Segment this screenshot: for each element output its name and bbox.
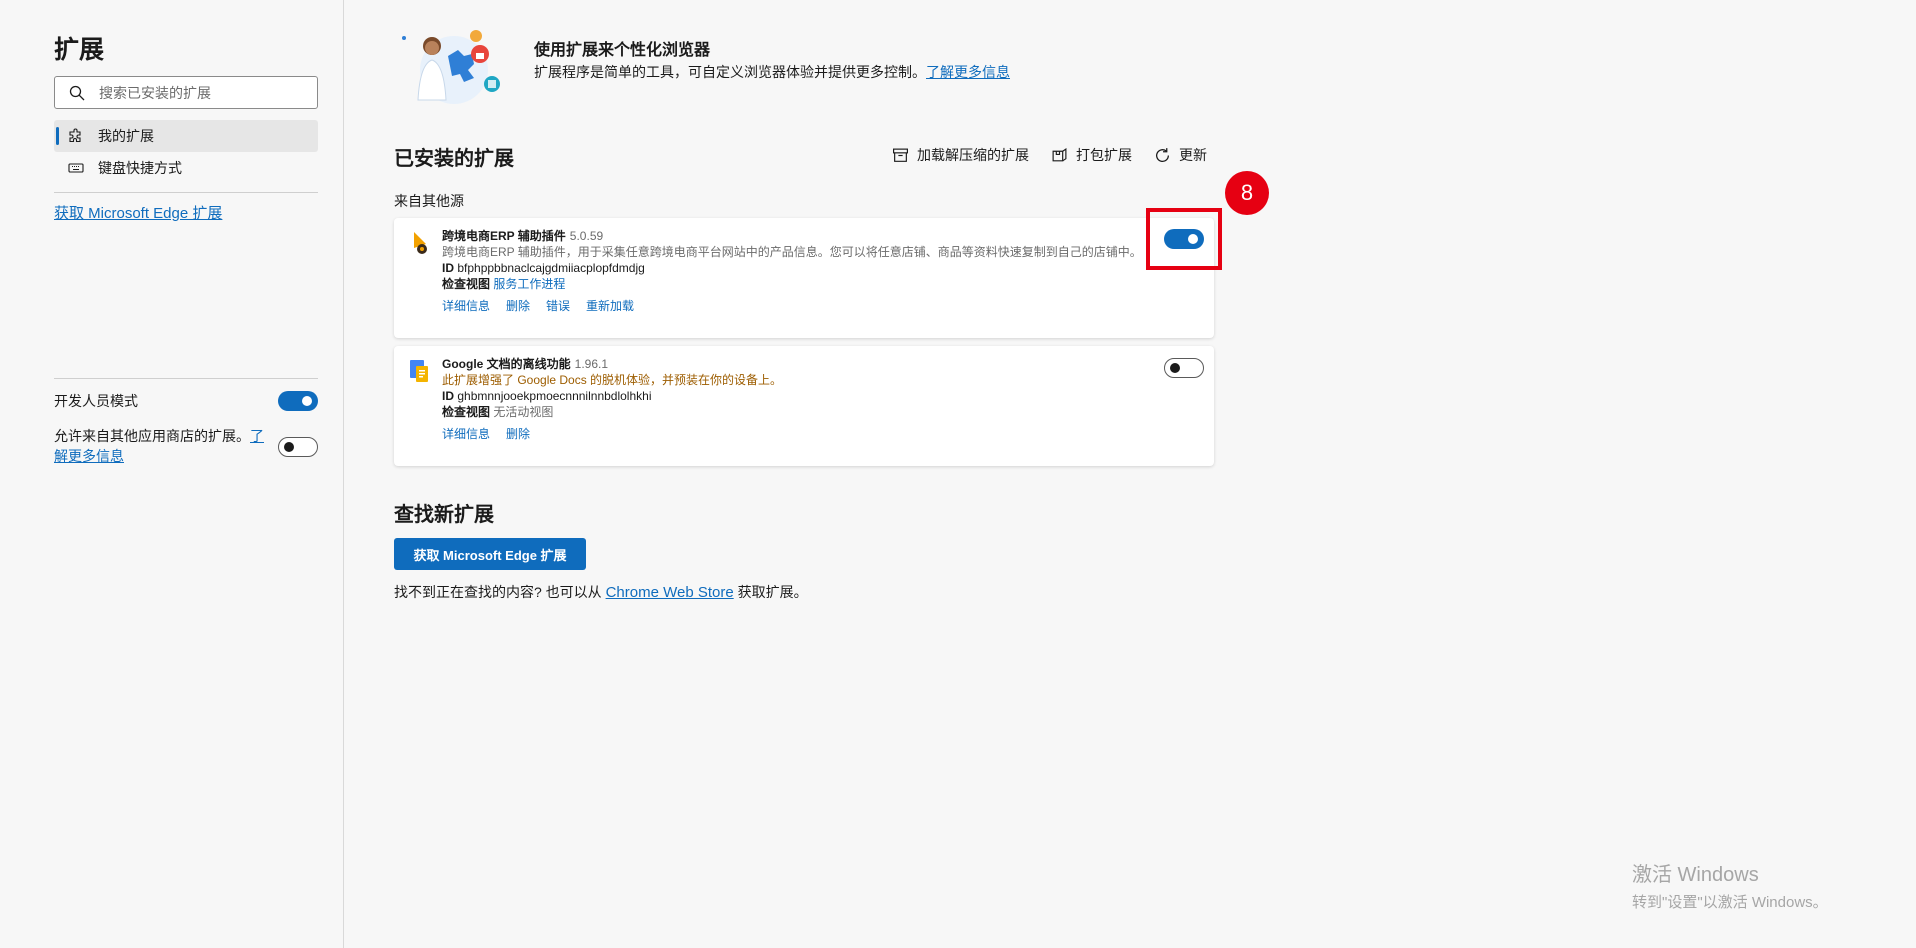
- inspect-views-row: 检查视图 服务工作进程: [442, 277, 566, 291]
- installed-extensions-title: 已安装的扩展: [394, 148, 514, 170]
- hero-description: 扩展程序是简单的工具，可自定义浏览器体验并提供更多控制。了解更多信息: [534, 64, 1010, 80]
- reload-link[interactable]: 重新加载: [586, 299, 634, 313]
- puzzle-icon: [69, 128, 81, 143]
- allow-other-stores-toggle[interactable]: [278, 437, 318, 457]
- action-label: 打包扩展: [1076, 147, 1132, 163]
- extension-version: 5.0.59: [569, 229, 604, 243]
- dev-mode-row: 开发人员模式: [54, 391, 318, 411]
- pack-extension-button[interactable]: 打包扩展: [1051, 145, 1132, 165]
- find-new-extensions-title: 查找新扩展: [394, 504, 494, 526]
- allow-other-stores-row: 允许来自其他应用商店的扩展。了 解更多信息: [54, 426, 318, 466]
- find-help-text: 找不到正在查找的内容? 也可以从 Chrome Web Store 获取扩展。: [394, 584, 808, 601]
- extension-id-row: ID bfphppbbnaclcajgdmiiacplopfdmdjg: [442, 261, 645, 275]
- errors-link[interactable]: 错误: [546, 299, 570, 313]
- search-icon: [69, 85, 85, 100]
- hero-illustration-icon: [402, 30, 500, 104]
- extension-enable-toggle[interactable]: [1164, 358, 1204, 378]
- toggle-knob: [302, 396, 312, 406]
- action-label: 更新: [1179, 147, 1207, 163]
- sidebar-divider: [54, 378, 318, 379]
- search-input[interactable]: 搜索已安装的扩展: [54, 76, 318, 109]
- extension-details: Google 文档的离线功能 1.96.1 此扩展增强了 Google Docs …: [442, 356, 1144, 442]
- no-active-views: 无活动视图: [493, 405, 554, 419]
- remove-link[interactable]: 删除: [506, 299, 530, 313]
- search-placeholder: 搜索已安装的扩展: [99, 84, 211, 101]
- details-link[interactable]: 详细信息: [442, 427, 490, 441]
- sidebar-divider: [54, 192, 318, 193]
- remove-link[interactable]: 删除: [506, 427, 530, 441]
- get-edge-extensions-link[interactable]: 获取 Microsoft Edge 扩展: [54, 202, 222, 223]
- extension-card: Google 文档的离线功能 1.96.1 此扩展增强了 Google Docs …: [394, 346, 1214, 466]
- annotation-badge: 8: [1225, 171, 1269, 215]
- update-button[interactable]: 更新: [1154, 145, 1207, 165]
- installed-actions: 加载解压缩的扩展 打包扩展 更新: [892, 145, 1207, 165]
- extension-name: 跨境电商ERP 辅助插件: [442, 229, 566, 243]
- allow-other-stores-text: 允许来自其他应用商店的扩展。了 解更多信息: [54, 428, 264, 464]
- get-edge-extensions-button[interactable]: 获取 Microsoft Edge 扩展: [394, 538, 586, 570]
- extension-links: 详细信息 删除 错误 重新加载: [442, 298, 1144, 314]
- hero-learn-more-link[interactable]: 了解更多信息: [926, 64, 1010, 80]
- sidebar-item-label: 键盘快捷方式: [98, 160, 182, 176]
- refresh-icon: [1156, 147, 1169, 162]
- service-worker-link[interactable]: 服务工作进程: [493, 277, 565, 291]
- chrome-web-store-link[interactable]: Chrome Web Store: [606, 584, 734, 601]
- extension-version: 1.96.1: [574, 357, 609, 371]
- sidebar-title: 扩展: [54, 36, 105, 64]
- toggle-knob: [284, 442, 294, 452]
- hero-title: 使用扩展来个性化浏览器: [534, 42, 711, 59]
- sidebar-item-keyboard-shortcuts[interactable]: 键盘快捷方式: [54, 152, 318, 184]
- archive-icon: [893, 148, 908, 162]
- learn-more-link-b[interactable]: 解更多信息: [54, 448, 124, 464]
- extension-id-row: ID ghbmnnjooekpmoecnnnilnnbdlolhkhi: [442, 389, 652, 403]
- sidebar-item-label: 我的扩展: [98, 128, 154, 144]
- windows-activation-watermark: 激活 Windows 转到"设置"以激活 Windows。: [1632, 864, 1828, 911]
- dev-mode-label: 开发人员模式: [54, 393, 138, 409]
- dev-mode-toggle[interactable]: [278, 391, 318, 411]
- extension-links: 详细信息 删除: [442, 426, 1144, 442]
- details-link[interactable]: 详细信息: [442, 299, 490, 313]
- package-icon: [1052, 147, 1067, 161]
- erp-extension-logo-icon: [414, 232, 427, 254]
- other-sources-label: 来自其他源: [394, 193, 464, 209]
- keyboard-icon: [68, 163, 84, 173]
- extension-details: 跨境电商ERP 辅助插件 5.0.59 跨境电商ERP 辅助插件，用于采集任意跨境…: [442, 228, 1144, 314]
- extension-description: 跨境电商ERP 辅助插件，用于采集任意跨境电商平台网站中的产品信息。您可以将任意…: [442, 245, 1142, 259]
- extension-description: 此扩展增强了 Google Docs 的脱机体验，并预装在你的设备上。: [442, 373, 783, 387]
- learn-more-link-a[interactable]: 了: [250, 428, 264, 444]
- action-label: 加载解压缩的扩展: [917, 147, 1029, 163]
- extension-name: Google 文档的离线功能: [442, 357, 571, 371]
- sidebar: 扩展 搜索已安装的扩展 我的扩展 键盘快捷方式 获取 Microsoft Edg…: [0, 0, 344, 948]
- extension-id: bfphppbbnaclcajgdmiiacplopfdmdjg: [457, 261, 645, 275]
- load-unpacked-button[interactable]: 加载解压缩的扩展: [892, 145, 1029, 165]
- toggle-knob: [1170, 363, 1180, 373]
- sidebar-item-my-extensions[interactable]: 我的扩展: [54, 120, 318, 152]
- annotation-highlight-box: [1146, 208, 1222, 270]
- inspect-views-row: 检查视图 无活动视图: [442, 405, 554, 419]
- extension-id: ghbmnnjooekpmoecnnnilnnbdlolhkhi: [457, 389, 652, 403]
- extension-card: 跨境电商ERP 辅助插件 5.0.59 跨境电商ERP 辅助插件，用于采集任意跨境…: [394, 218, 1214, 338]
- google-docs-logo-icon: [410, 360, 428, 382]
